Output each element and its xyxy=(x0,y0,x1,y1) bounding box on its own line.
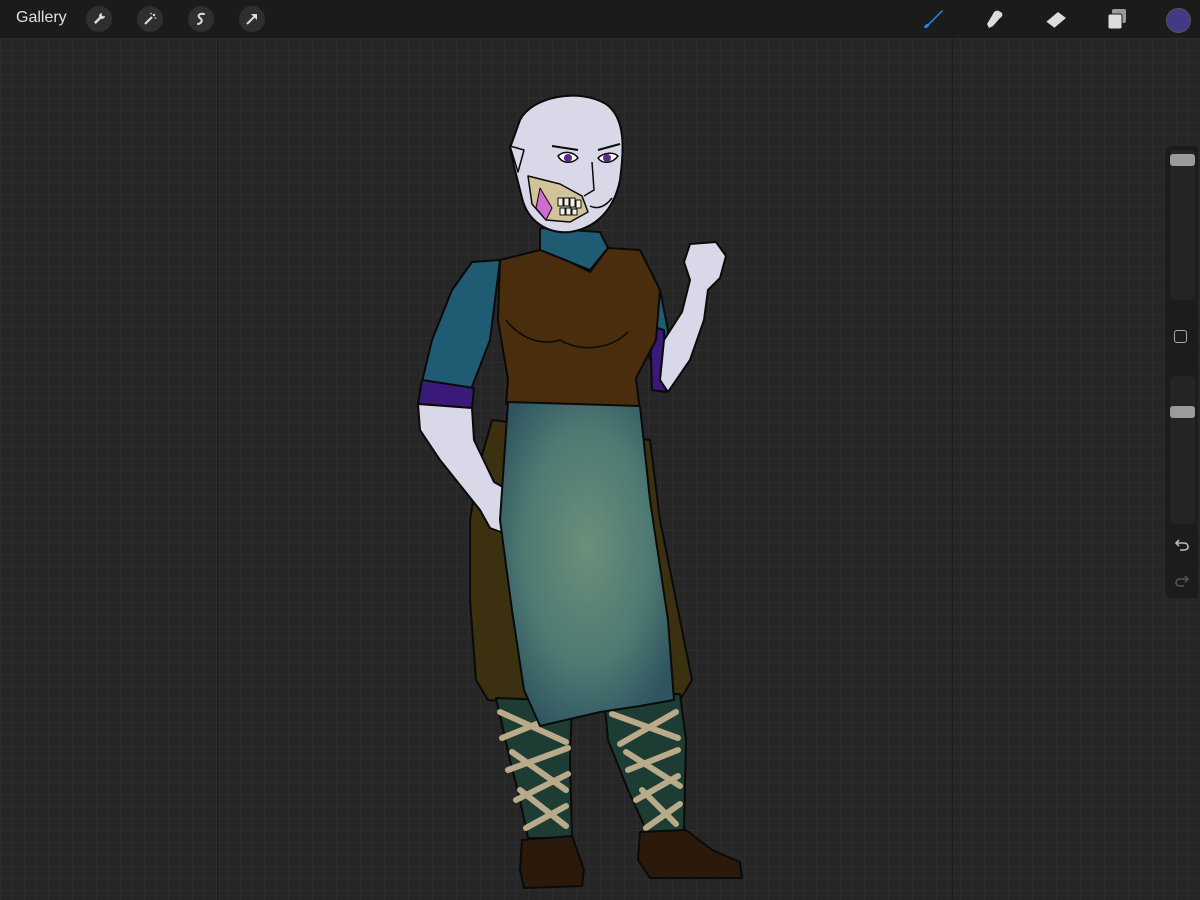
opacity-thumb[interactable] xyxy=(1170,406,1195,418)
vest xyxy=(497,247,661,413)
arm-right xyxy=(659,241,727,393)
side-controls xyxy=(1165,146,1198,598)
modify-square-icon[interactable] xyxy=(1174,330,1187,343)
sleeve-left xyxy=(419,259,501,393)
boot-right xyxy=(637,829,743,879)
brush-size-slider[interactable] xyxy=(1170,150,1195,300)
brush-size-thumb[interactable] xyxy=(1170,154,1195,166)
undo-icon[interactable] xyxy=(1173,536,1191,554)
opacity-slider[interactable] xyxy=(1170,376,1195,524)
character-artwork xyxy=(417,94,743,889)
boot-left xyxy=(519,835,585,889)
redo-icon[interactable] xyxy=(1173,572,1191,590)
